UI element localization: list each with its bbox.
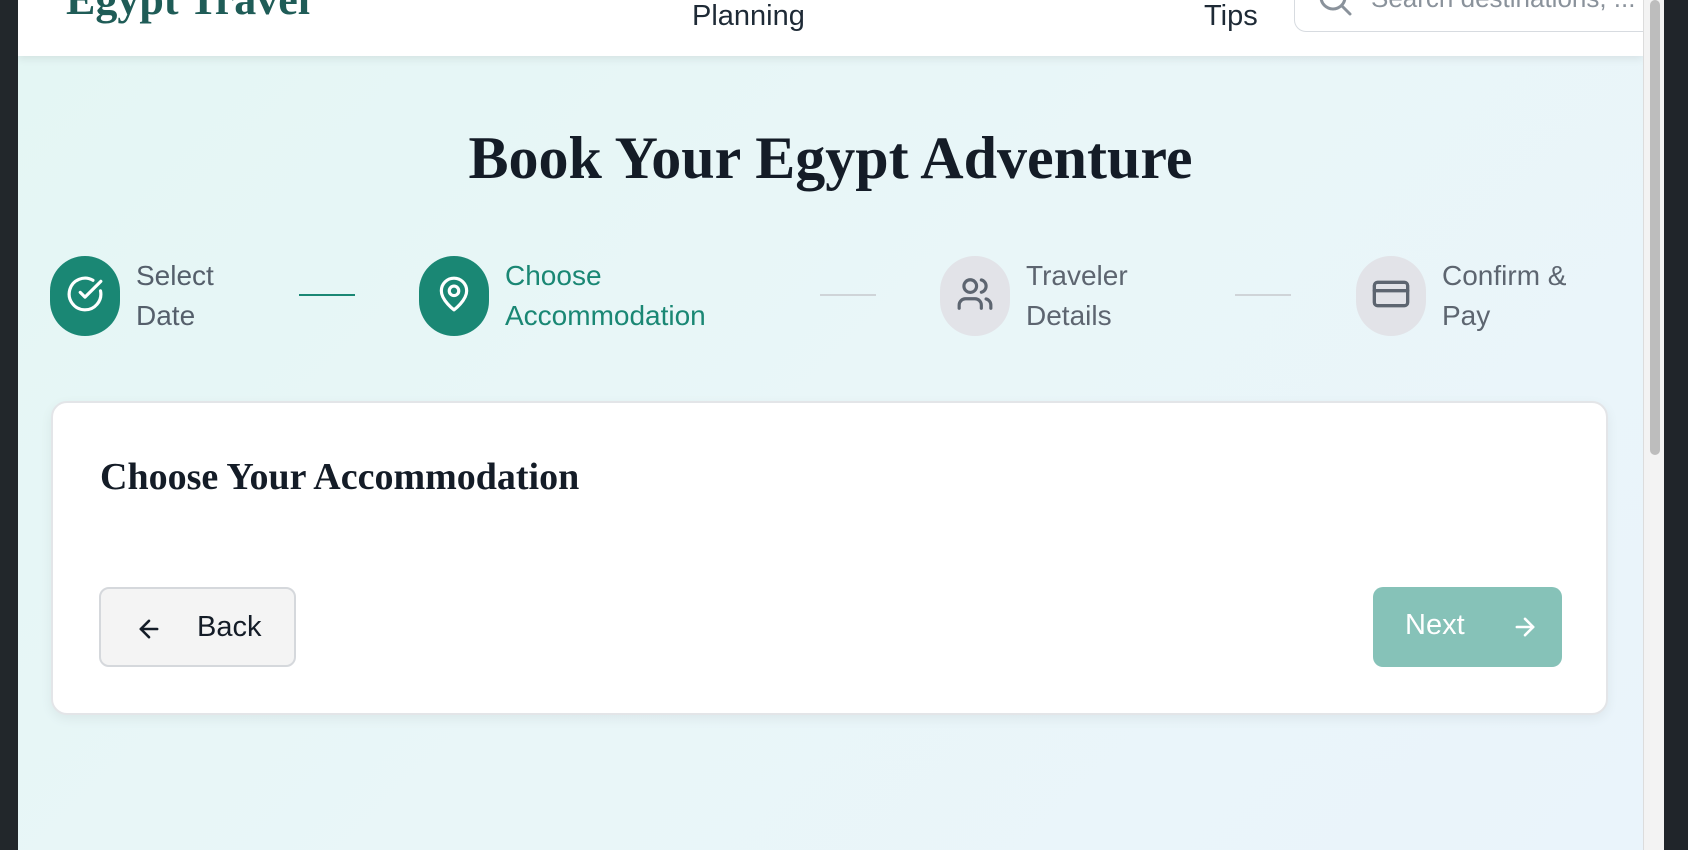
step-confirm-pay-circle (1356, 256, 1426, 336)
next-button-label: Next (1405, 609, 1465, 641)
step-connector-1 (299, 294, 355, 296)
page-viewport: Egypt Travel Planning Tips Search destin… (18, 0, 1643, 850)
search-placeholder: Search destinations, ... (1371, 0, 1635, 14)
back-button[interactable]: Back (99, 587, 296, 667)
window-left-edge (0, 0, 18, 850)
brand-logo[interactable]: Egypt Travel (66, 0, 310, 25)
step-connector-2 (820, 294, 876, 296)
step-choose-accommodation-circle (419, 256, 489, 336)
scrollbar-thumb[interactable] (1650, 0, 1660, 455)
map-pin-icon (435, 275, 473, 318)
search-input[interactable]: Search destinations, ... (1294, 0, 1643, 32)
search-icon (1315, 0, 1355, 26)
step-choose-accommodation-label: Choose Accommodation (505, 260, 706, 331)
step-select-date-circle (50, 256, 120, 336)
arrow-left-icon (135, 615, 163, 648)
nav-planning[interactable]: Planning (692, 0, 805, 33)
step-traveler-details-label: Traveler Details (1026, 260, 1128, 331)
check-circle-icon (66, 275, 104, 318)
back-button-label: Back (197, 611, 262, 643)
page-title: Book Your Egypt Adventure (468, 125, 1193, 191)
next-button[interactable]: Next (1373, 587, 1562, 667)
site-header: Egypt Travel Planning Tips Search destin… (18, 0, 1643, 56)
credit-card-icon (1371, 274, 1411, 319)
step-confirm-pay-label: Confirm & Pay (1442, 260, 1567, 331)
card-title: Choose Your Accommodation (100, 456, 580, 498)
page-scrollbar[interactable] (1643, 0, 1664, 850)
nav-tips[interactable]: Tips (1204, 0, 1258, 33)
window-right-edge (1664, 0, 1688, 850)
arrow-right-icon (1511, 613, 1539, 646)
accommodation-card: Choose Your Accommodation Back Next (51, 401, 1608, 715)
step-connector-3 (1235, 294, 1291, 296)
step-traveler-details-circle (940, 256, 1010, 336)
step-select-date-label: Select Date (136, 260, 214, 331)
users-icon (956, 275, 994, 318)
